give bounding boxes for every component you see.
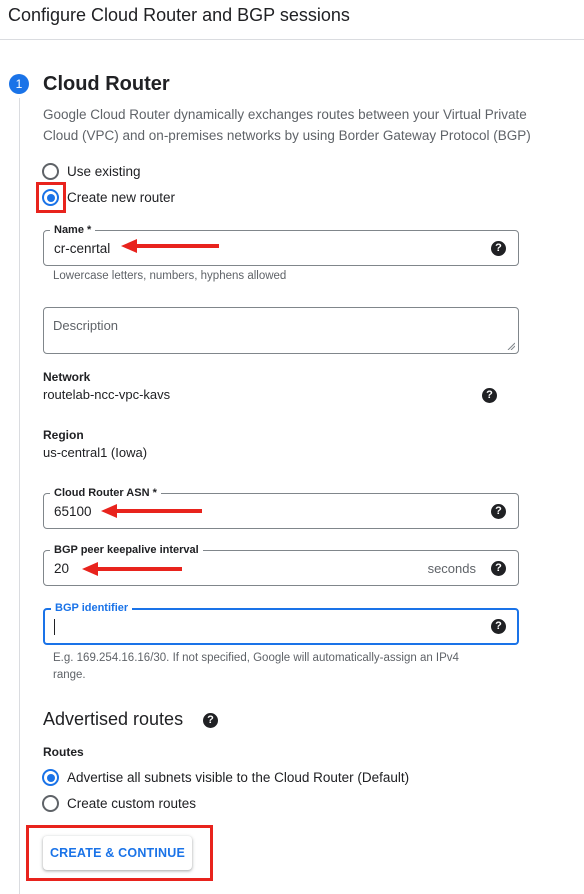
description-field[interactable]: Description — [43, 307, 519, 354]
region-value: us-central1 (Iowa) — [43, 445, 148, 460]
radio-checked-icon[interactable] — [42, 769, 59, 786]
radio-unchecked-icon[interactable] — [42, 795, 59, 812]
bgp-identifier-field[interactable]: BGP identifier ? — [43, 601, 519, 645]
region-label: Region — [43, 428, 84, 442]
step-number-badge: 1 — [9, 74, 29, 94]
help-icon[interactable]: ? — [491, 504, 506, 519]
network-label: Network — [43, 370, 91, 384]
radio-advertise-all-label: Advertise all subnets visible to the Clo… — [67, 770, 410, 785]
help-icon[interactable]: ? — [491, 241, 506, 256]
help-icon[interactable]: ? — [203, 713, 218, 728]
text-cursor — [54, 619, 55, 635]
radio-advertise-all-subnets[interactable]: Advertise all subnets visible to the Clo… — [42, 769, 409, 786]
advertised-routes-title: Advertised routes — [43, 709, 184, 729]
annotation-arrow-asn — [101, 504, 202, 518]
name-field-hint: Lowercase letters, numbers, hyphens allo… — [53, 270, 287, 282]
name-field-value[interactable]: cr-cenrtal — [54, 241, 110, 256]
bgp-identifier-label: BGP identifier — [51, 601, 133, 615]
bgp-identifier-hint: E.g. 169.254.16.16/30. If not specified,… — [53, 652, 459, 681]
routes-label: Routes — [43, 745, 84, 759]
page-title: Configure Cloud Router and BGP sessions — [8, 5, 350, 25]
radio-use-existing[interactable]: Use existing — [42, 163, 141, 180]
annotation-arrow-name — [121, 239, 219, 253]
radio-use-existing-label: Use existing — [67, 164, 141, 179]
radio-unchecked-icon[interactable] — [42, 163, 59, 180]
asn-field-label: Cloud Router ASN * — [50, 486, 161, 500]
name-field-label: Name * — [50, 223, 96, 237]
keepalive-unit: seconds — [427, 561, 476, 576]
help-icon[interactable]: ? — [482, 388, 497, 403]
keepalive-field-value[interactable]: 20 — [54, 561, 69, 576]
radio-create-custom-routes[interactable]: Create custom routes — [42, 795, 196, 812]
network-value: routelab-ncc-vpc-kavs — [43, 387, 171, 402]
annotation-arrow-keepalive — [82, 562, 182, 576]
help-icon[interactable]: ? — [491, 561, 506, 576]
section-title: Cloud Router — [43, 73, 170, 95]
page-header: Configure Cloud Router and BGP sessions — [0, 0, 584, 40]
asn-field-value[interactable]: 65100 — [54, 504, 92, 519]
help-icon[interactable]: ? — [491, 619, 506, 634]
radio-create-new-label: Create new router — [67, 190, 176, 205]
radio-custom-routes-label: Create custom routes — [67, 796, 197, 811]
section-description: Google Cloud Router dynamically exchange… — [43, 107, 531, 143]
annotation-box-create-new — [36, 182, 66, 213]
step-connector-line — [19, 98, 20, 894]
keepalive-field-label: BGP peer keepalive interval — [50, 543, 203, 557]
name-field[interactable]: Name * cr-cenrtal ? — [43, 223, 519, 266]
description-placeholder: Description — [53, 318, 119, 333]
resize-handle-icon[interactable] — [507, 342, 515, 350]
create-and-continue-button[interactable]: CREATE & CONTINUE — [43, 836, 192, 870]
